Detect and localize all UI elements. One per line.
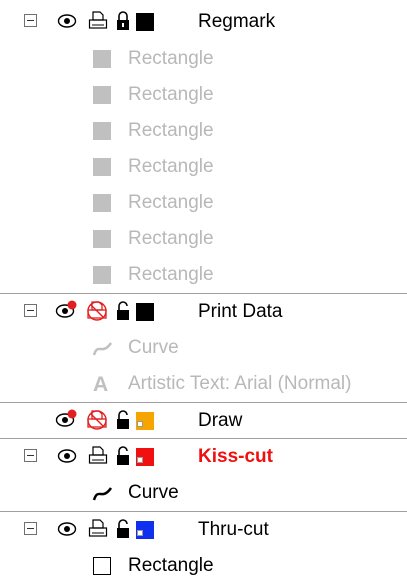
tree-item-artistic-text[interactable]: A Artistic Text: Arial (Normal)	[0, 366, 407, 402]
printer-icon[interactable]	[88, 519, 108, 539]
swatch-marker	[137, 530, 143, 536]
item-label[interactable]: Rectangle	[128, 84, 214, 106]
rectangle-icon	[93, 122, 111, 140]
tree-item-curve[interactable]: Curve	[0, 475, 407, 511]
rectangle-icon	[93, 557, 111, 575]
item-label[interactable]: Rectangle	[128, 228, 214, 250]
lock-icon[interactable]	[115, 11, 131, 31]
tree-item-rectangle[interactable]: Rectangle	[0, 113, 407, 149]
collapse-toggle[interactable]	[24, 522, 37, 535]
layer-color-swatch[interactable]	[136, 412, 154, 430]
layer-name[interactable]: Draw	[198, 410, 242, 432]
printer-disabled-icon[interactable]	[86, 300, 108, 322]
item-label[interactable]: Rectangle	[128, 156, 214, 178]
unlock-icon[interactable]	[115, 446, 131, 466]
tree-item-rectangle[interactable]: Rectangle	[0, 185, 407, 221]
tree-item-rectangle[interactable]: Rectangle	[0, 221, 407, 257]
unlock-icon[interactable]	[115, 410, 131, 430]
eye-icon[interactable]	[57, 13, 77, 29]
layer-color-swatch[interactable]	[136, 13, 154, 31]
eye-disabled-icon[interactable]	[55, 300, 79, 320]
tree-item-rectangle[interactable]: Rectangle	[0, 257, 407, 293]
item-label[interactable]: Rectangle	[128, 48, 214, 70]
item-label[interactable]: Rectangle	[128, 192, 214, 214]
eye-icon[interactable]	[57, 448, 77, 464]
swatch-marker	[137, 421, 143, 427]
rectangle-icon	[93, 158, 111, 176]
curve-icon	[92, 487, 113, 501]
layer-color-swatch[interactable]	[136, 303, 154, 321]
collapse-toggle[interactable]	[24, 14, 37, 27]
item-label[interactable]: Curve	[128, 482, 179, 504]
tree-item-rectangle[interactable]: Rectangle	[0, 41, 407, 77]
item-label[interactable]: Rectangle	[128, 555, 214, 577]
rectangle-icon	[93, 230, 111, 248]
layer-row-draw[interactable]: Draw	[0, 402, 407, 439]
layer-color-swatch[interactable]	[136, 521, 154, 539]
unlock-icon[interactable]	[115, 301, 131, 321]
rectangle-icon	[93, 266, 111, 284]
eye-icon[interactable]	[57, 521, 77, 537]
printer-icon[interactable]	[88, 446, 108, 466]
layer-row-thru-cut[interactable]: Thru-cut	[0, 511, 407, 548]
item-label[interactable]: Artistic Text: Arial (Normal)	[128, 373, 351, 395]
collapse-toggle[interactable]	[24, 449, 37, 462]
object-manager-tree: Regmark Rectangle Rectangle Rectangle Re…	[0, 0, 407, 579]
layer-name[interactable]: Kiss-cut	[198, 446, 273, 468]
layer-name[interactable]: Print Data	[198, 301, 282, 323]
tree-item-rectangle[interactable]: Rectangle	[0, 77, 407, 113]
layer-name[interactable]: Thru-cut	[198, 519, 269, 541]
eye-disabled-icon[interactable]	[55, 409, 79, 429]
rectangle-icon	[93, 50, 111, 68]
layer-color-swatch[interactable]	[136, 448, 154, 466]
curve-icon	[92, 342, 113, 356]
layer-name[interactable]: Regmark	[198, 11, 275, 33]
item-label[interactable]: Rectangle	[128, 264, 214, 286]
rectangle-icon	[93, 194, 111, 212]
tree-item-curve[interactable]: Curve	[0, 330, 407, 366]
layer-row-kiss-cut[interactable]: Kiss-cut	[0, 438, 407, 475]
layer-row-print-data[interactable]: Print Data	[0, 293, 407, 330]
swatch-marker	[137, 457, 143, 463]
tree-item-rectangle[interactable]: Rectangle	[0, 149, 407, 185]
layer-row-regmark[interactable]: Regmark	[0, 4, 407, 40]
artistic-text-icon: A	[93, 373, 109, 396]
printer-disabled-icon[interactable]	[86, 409, 108, 431]
item-label[interactable]: Curve	[128, 337, 179, 359]
printer-icon[interactable]	[88, 11, 108, 31]
unlock-icon[interactable]	[115, 519, 131, 539]
item-label[interactable]: Rectangle	[128, 120, 214, 142]
collapse-toggle[interactable]	[24, 304, 37, 317]
rectangle-icon	[93, 86, 111, 104]
